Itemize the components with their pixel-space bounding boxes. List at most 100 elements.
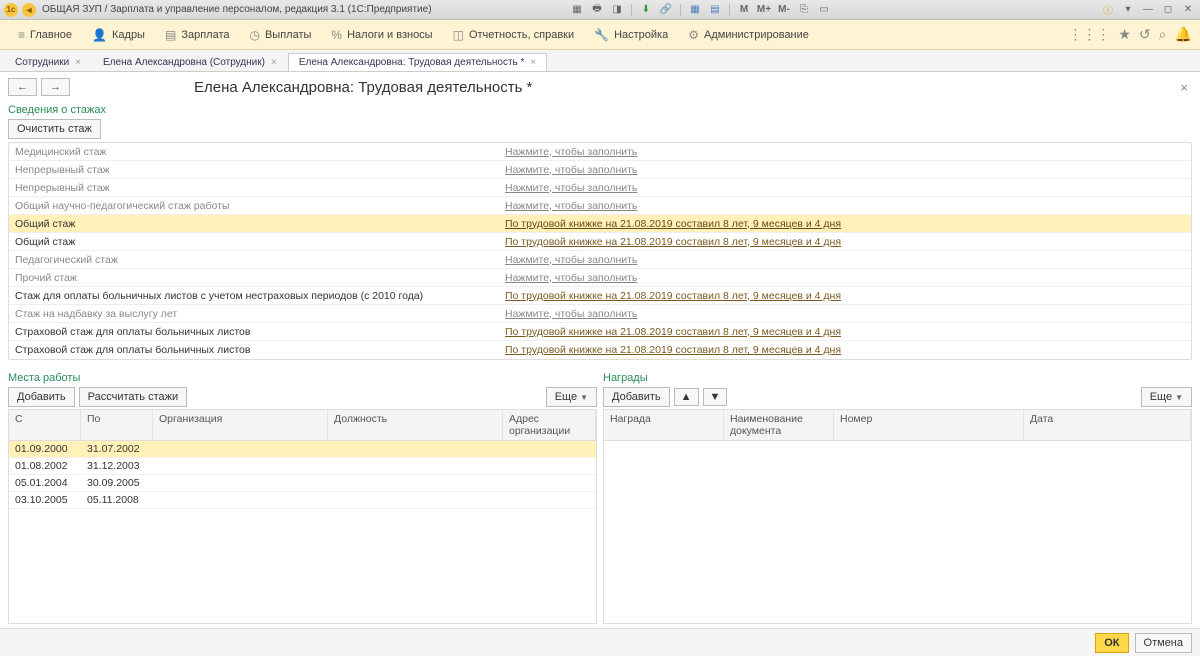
clear-stazh-button[interactable]: Очистить стаж bbox=[8, 119, 101, 139]
stazh-value-link[interactable]: По трудовой книжке на 21.08.2019 состави… bbox=[499, 325, 847, 339]
stazh-value-link[interactable]: По трудовой книжке на 21.08.2019 состави… bbox=[499, 289, 847, 303]
stazh-row[interactable]: Стаж на надбавку за выслугу летНажмите, … bbox=[9, 305, 1191, 323]
awards-more-button[interactable]: Еще▼ bbox=[1141, 387, 1192, 407]
clock-icon: ◷ bbox=[249, 28, 259, 42]
stazh-value-link[interactable]: Нажмите, чтобы заполнить bbox=[499, 145, 643, 159]
stazh-value-link[interactable]: Нажмите, чтобы заполнить bbox=[499, 271, 643, 285]
layout-icon[interactable]: ▭ bbox=[816, 3, 832, 17]
stazh-name: Стаж на надбавку за выслугу лет bbox=[9, 307, 499, 321]
section-places-label: Места работы bbox=[8, 372, 597, 384]
tab-work-activity[interactable]: Елена Александровна: Трудовая деятельнос… bbox=[288, 53, 547, 71]
maximize-icon[interactable]: ◻ bbox=[1160, 3, 1176, 17]
sql-icon[interactable]: ⎘ bbox=[796, 3, 812, 17]
stazh-row[interactable]: Педагогический стажНажмите, чтобы заполн… bbox=[9, 251, 1191, 269]
close-icon[interactable]: × bbox=[75, 57, 81, 68]
cell-to: 05.11.2008 bbox=[81, 492, 153, 508]
tabbar: Сотрудники× Елена Александровна (Сотрудн… bbox=[0, 50, 1200, 72]
close-icon[interactable]: ✕ bbox=[1180, 3, 1196, 17]
stazh-row[interactable]: Общий стажПо трудовой книжке на 21.08.20… bbox=[9, 233, 1191, 251]
menu-salary[interactable]: ▤Зарплата bbox=[155, 24, 240, 46]
cell-from: 01.09.2000 bbox=[9, 441, 81, 457]
close-icon[interactable]: × bbox=[530, 57, 536, 68]
calc-stazh-button[interactable]: Рассчитать стажи bbox=[79, 387, 188, 407]
stazh-value-link[interactable]: По трудовой книжке на 21.08.2019 состави… bbox=[499, 343, 847, 357]
gear-icon: ⚙ bbox=[688, 28, 699, 42]
menu-label: Налоги и взносы bbox=[347, 29, 433, 41]
compare-icon[interactable]: ◨ bbox=[609, 3, 625, 17]
dropdown-icon[interactable]: ▾ bbox=[1120, 3, 1136, 17]
stazh-row[interactable]: Медицинский стажНажмите, чтобы заполнить bbox=[9, 143, 1191, 161]
stazh-name: Непрерывный стаж bbox=[9, 181, 499, 195]
cancel-button[interactable]: Отмена bbox=[1135, 633, 1192, 653]
menu-payments[interactable]: ◷Выплаты bbox=[239, 24, 321, 46]
menu-reports[interactable]: ◫Отчетность, справки bbox=[443, 24, 585, 46]
minimize-icon[interactable]: — bbox=[1140, 3, 1156, 17]
print-icon[interactable]: 🖶 bbox=[589, 3, 605, 17]
menu-personnel[interactable]: 👤Кадры bbox=[82, 24, 155, 46]
stazh-value-link[interactable]: Нажмите, чтобы заполнить bbox=[499, 181, 643, 195]
bell-icon[interactable]: 🔔 bbox=[1175, 26, 1192, 43]
stazh-value-link[interactable]: По трудовой книжке на 21.08.2019 состави… bbox=[499, 235, 847, 249]
page-close-icon[interactable]: × bbox=[1176, 80, 1192, 95]
info-icon[interactable]: ⓘ bbox=[1100, 3, 1116, 17]
places-more-button[interactable]: Еще▼ bbox=[546, 387, 597, 407]
back-icon[interactable]: ◄ bbox=[22, 3, 36, 17]
stazh-value-link[interactable]: По трудовой книжке на 21.08.2019 состави… bbox=[499, 217, 847, 231]
stazh-row[interactable]: Общий научно-педагогический стаж работыН… bbox=[9, 197, 1191, 215]
menu-main[interactable]: ≡Главное bbox=[8, 24, 82, 46]
tab-employee-card[interactable]: Елена Александровна (Сотрудник)× bbox=[92, 53, 288, 71]
footer: ОК Отмена bbox=[0, 628, 1200, 656]
memory-mminus[interactable]: M- bbox=[776, 3, 792, 17]
menu-taxes[interactable]: %Налоги и взносы bbox=[321, 24, 442, 46]
search-icon[interactable]: ⌕ bbox=[1159, 26, 1167, 43]
col-pos: Должность bbox=[328, 410, 503, 440]
memory-mplus[interactable]: M+ bbox=[756, 3, 772, 17]
table-row[interactable]: 05.01.200430.09.2005 bbox=[9, 475, 596, 492]
calc-icon[interactable]: ▤ bbox=[707, 3, 723, 17]
menu-settings[interactable]: 🔧Настройка bbox=[584, 24, 678, 46]
window-title: ОБЩАЯ ЗУП / Зарплата и управление персон… bbox=[42, 4, 569, 15]
table-row[interactable]: 01.09.200031.07.2002 bbox=[9, 441, 596, 458]
stazh-row[interactable]: Прочий стажНажмите, чтобы заполнить bbox=[9, 269, 1191, 287]
col-doc: Наименование документа bbox=[724, 410, 834, 440]
stazh-row[interactable]: Стаж для оплаты больничных листов с учет… bbox=[9, 287, 1191, 305]
menu-admin[interactable]: ⚙ Администрирование bbox=[678, 24, 819, 46]
col-addr: Адрес организации bbox=[503, 410, 596, 440]
stazh-name: Медицинский стаж bbox=[9, 145, 499, 159]
cell-to: 31.12.2003 bbox=[81, 458, 153, 474]
stazh-value-link[interactable]: Нажмите, чтобы заполнить bbox=[499, 307, 643, 321]
stazh-row[interactable]: Непрерывный стажНажмите, чтобы заполнить bbox=[9, 179, 1191, 197]
move-up-button[interactable]: ▲ bbox=[674, 388, 699, 406]
star-icon[interactable]: ★ bbox=[1118, 26, 1131, 43]
history-icon[interactable]: ↺ bbox=[1139, 26, 1151, 43]
col-num: Номер bbox=[834, 410, 1024, 440]
awards-body[interactable] bbox=[604, 441, 1191, 623]
table-row[interactable]: 01.08.200231.12.2003 bbox=[9, 458, 596, 475]
cell-from: 03.10.2005 bbox=[9, 492, 81, 508]
stazh-row[interactable]: Непрерывный стажНажмите, чтобы заполнить bbox=[9, 161, 1191, 179]
calendar-icon[interactable]: ▦ bbox=[687, 3, 703, 17]
stazh-value-link[interactable]: Нажмите, чтобы заполнить bbox=[499, 253, 643, 267]
stazh-row[interactable]: Страховой стаж для оплаты больничных лис… bbox=[9, 341, 1191, 359]
memory-m[interactable]: M bbox=[736, 3, 752, 17]
tab-employees[interactable]: Сотрудники× bbox=[4, 53, 92, 71]
stazh-value-link[interactable]: Нажмите, чтобы заполнить bbox=[499, 199, 643, 213]
table-row[interactable]: 03.10.200505.11.2008 bbox=[9, 492, 596, 509]
menu-label: Администрирование bbox=[704, 29, 809, 41]
nav-forward-button[interactable]: → bbox=[41, 78, 70, 96]
move-down-button[interactable]: ▼ bbox=[703, 388, 728, 406]
titlebar-right: ▦ 🖶 ◨ ⬇ 🔗 ▦ ▤ M M+ M- ⎘ ▭ ⓘ ▾ — ◻ ✕ bbox=[569, 3, 1196, 17]
save-icon[interactable]: ⬇ bbox=[638, 3, 654, 17]
link-icon[interactable]: 🔗 bbox=[658, 3, 674, 17]
close-icon[interactable]: × bbox=[271, 57, 277, 68]
stazh-row[interactable]: Общий стажПо трудовой книжке на 21.08.20… bbox=[9, 215, 1191, 233]
apps-icon[interactable]: ⋮⋮⋮ bbox=[1068, 26, 1110, 43]
nav-back-button[interactable]: ← bbox=[8, 78, 37, 96]
add-place-button[interactable]: Добавить bbox=[8, 387, 75, 407]
ok-button[interactable]: ОК bbox=[1095, 633, 1128, 653]
stazh-row[interactable]: Страховой стаж для оплаты больничных лис… bbox=[9, 323, 1191, 341]
add-award-button[interactable]: Добавить bbox=[603, 387, 670, 407]
print-preview-icon[interactable]: ▦ bbox=[569, 3, 585, 17]
mainmenu: ≡Главное 👤Кадры ▤Зарплата ◷Выплаты %Нало… bbox=[0, 20, 1200, 50]
stazh-value-link[interactable]: Нажмите, чтобы заполнить bbox=[499, 163, 643, 177]
